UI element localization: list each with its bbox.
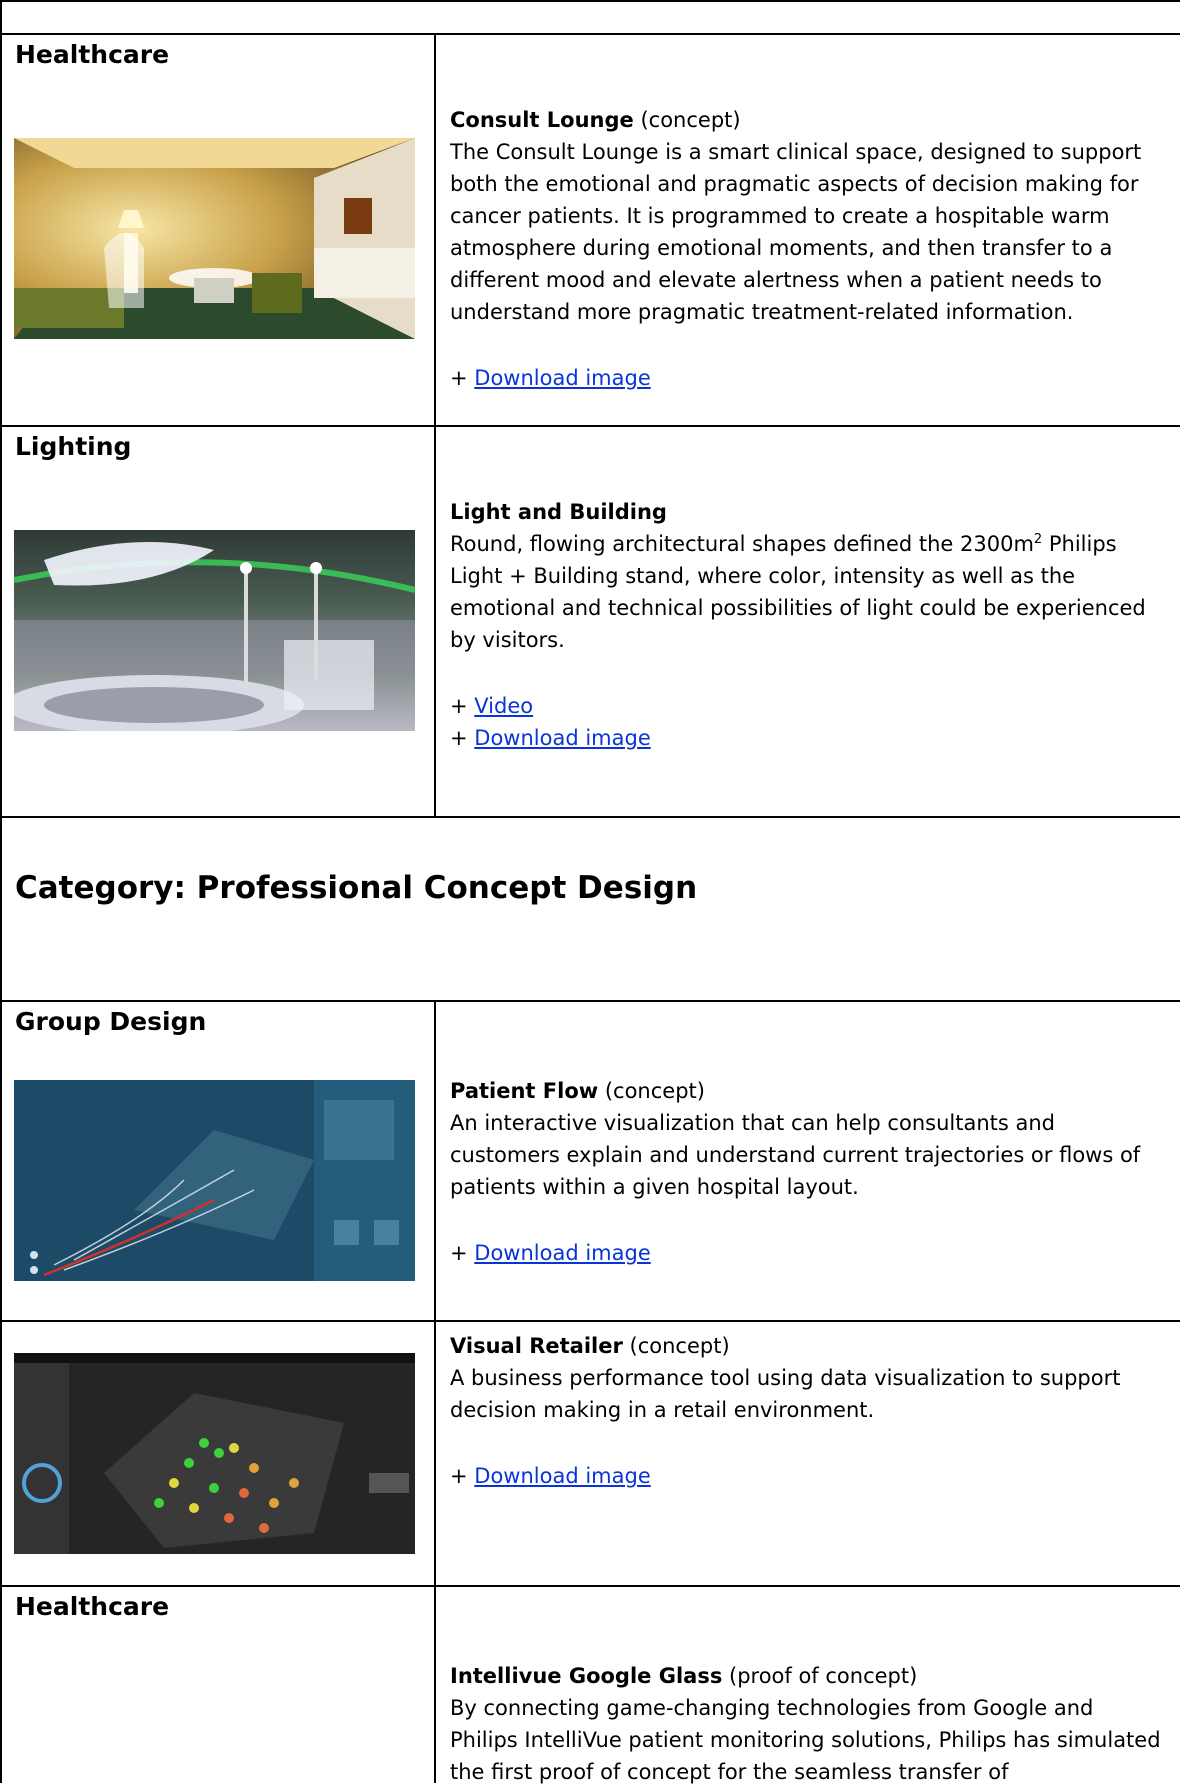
download-image-link[interactable]: Download image	[474, 726, 650, 750]
item-description-block: Light and Building Round, flowing archit…	[450, 496, 1165, 754]
item-title: Intellivue Google Glass	[450, 1664, 723, 1688]
item-description: The Consult Lounge is a smart clinical s…	[450, 140, 1142, 324]
item-title: Patient Flow	[450, 1079, 599, 1103]
item-description: By connecting game-changing technologies…	[450, 1696, 1161, 1784]
item-description-block: Consult Lounge (concept) The Consult Lou…	[450, 104, 1165, 394]
item-description: Round, flowing architectural shapes defi…	[450, 532, 1146, 652]
item-qualifier: (concept)	[622, 1334, 730, 1358]
row-divider	[0, 33, 1180, 35]
item-title: Visual Retailer	[450, 1334, 623, 1358]
item-qualifier: (proof of concept)	[722, 1664, 918, 1688]
table-border-top	[0, 0, 1180, 2]
download-image-link[interactable]: Download image	[474, 1464, 650, 1488]
row-divider	[0, 816, 1180, 818]
item-qualifier: (concept)	[633, 108, 741, 132]
column-divider	[434, 1000, 436, 1783]
row-divider	[0, 1585, 1180, 1587]
item-description: A business performance tool using data v…	[450, 1366, 1121, 1422]
superscript: 2	[1033, 532, 1043, 547]
item-description: An interactive visualization that can he…	[450, 1111, 1141, 1199]
link-prefix: +	[450, 694, 475, 718]
link-prefix: +	[450, 1464, 475, 1488]
row-divider	[0, 1000, 1180, 1002]
item-title: Light and Building	[450, 500, 667, 524]
row-divider	[0, 425, 1180, 427]
table-border-left	[0, 0, 2, 1783]
link-prefix: +	[450, 1241, 475, 1265]
column-divider	[434, 33, 436, 817]
category-label: Group Design	[15, 1007, 207, 1036]
category-label: Lighting	[15, 432, 132, 461]
link-prefix: +	[450, 726, 475, 750]
patient-flow-image	[14, 1080, 415, 1281]
row-divider	[0, 1320, 1180, 1322]
category-label: Healthcare	[15, 1592, 170, 1621]
link-prefix: +	[450, 366, 475, 390]
category-label: Healthcare	[15, 40, 170, 69]
download-image-link[interactable]: Download image	[474, 1241, 650, 1265]
video-link[interactable]: Video	[474, 694, 533, 718]
section-heading: Category: Professional Concept Design	[15, 870, 698, 906]
item-description-block: Patient Flow (concept) An interactive vi…	[450, 1075, 1165, 1269]
download-image-link[interactable]: Download image	[474, 366, 650, 390]
consult-lounge-image	[14, 138, 415, 339]
item-qualifier: (concept)	[598, 1079, 705, 1103]
item-title: Consult Lounge	[450, 108, 634, 132]
visual-retailer-image	[14, 1353, 415, 1554]
item-description-block: Visual Retailer (concept) A business per…	[450, 1330, 1165, 1492]
light-building-image	[14, 530, 415, 731]
item-description-block: Intellivue Google Glass (proof of concep…	[450, 1660, 1165, 1788]
